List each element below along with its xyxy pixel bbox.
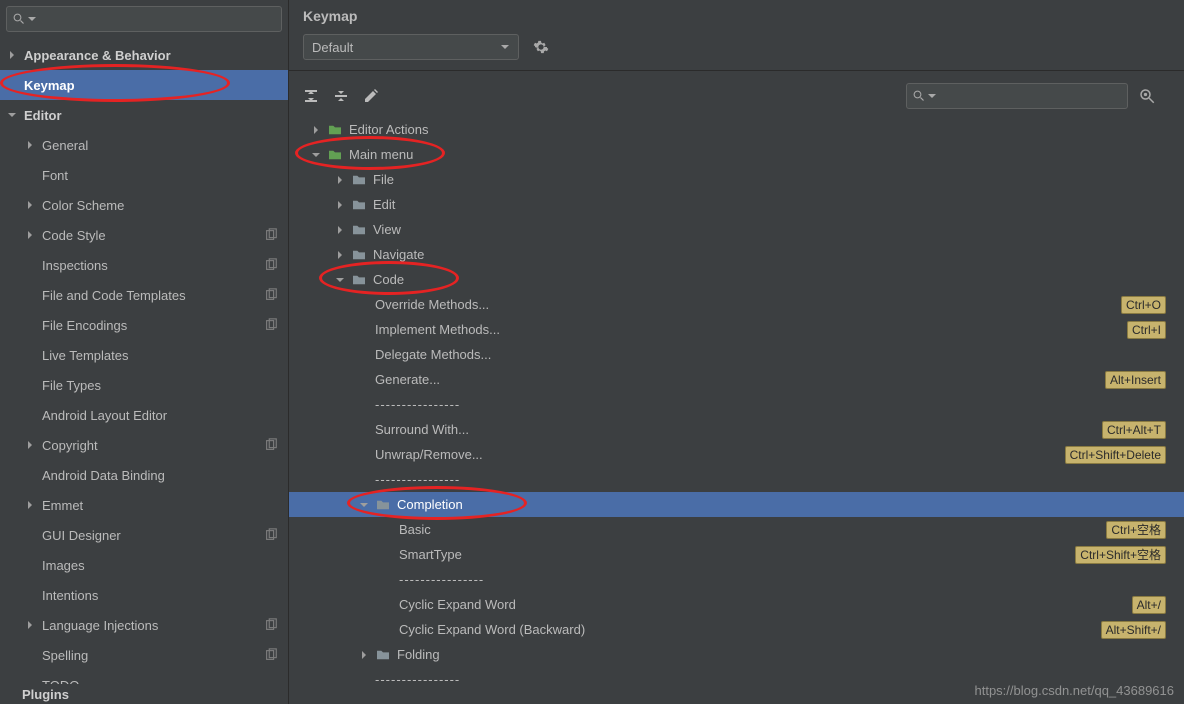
tree-item-completion[interactable]: Completion — [289, 492, 1184, 517]
tree-item-implement-methods[interactable]: Implement Methods...Ctrl+I — [289, 317, 1184, 342]
watermark: https://blog.csdn.net/qq_43689616 — [975, 683, 1175, 698]
tree-item-folding[interactable]: Folding — [289, 642, 1184, 667]
tree-item-edit[interactable]: Edit — [289, 192, 1184, 217]
copy-icon — [264, 228, 278, 242]
sidebar-item-plugins[interactable]: Plugins — [0, 684, 288, 704]
tree-item-[interactable]: ---------------- — [289, 392, 1184, 417]
search-icon — [913, 90, 925, 102]
tree-item-[interactable]: ---------------- — [289, 567, 1184, 592]
shortcut-badge: Alt+/ — [1132, 596, 1166, 614]
copy-icon — [264, 528, 278, 542]
copy-icon — [264, 648, 278, 662]
sidebar-item-language-injections[interactable]: Language Injections — [0, 610, 288, 640]
shortcut-badge: Alt+Shift+/ — [1101, 621, 1166, 639]
tree-item-unwrap-remove[interactable]: Unwrap/Remove...Ctrl+Shift+Delete — [289, 442, 1184, 467]
tree-item-editor-actions[interactable]: Editor Actions — [289, 117, 1184, 142]
shortcut-badge: Ctrl+Shift+Delete — [1065, 446, 1166, 464]
tree-item-[interactable]: ---------------- — [289, 467, 1184, 492]
sidebar-item-inspections[interactable]: Inspections — [0, 250, 288, 280]
sidebar-search[interactable] — [6, 6, 282, 32]
keymap-scheme-select[interactable]: Default — [303, 34, 519, 60]
sidebar-item-copyright[interactable]: Copyright — [0, 430, 288, 460]
sidebar-item-android-data-binding[interactable]: Android Data Binding — [0, 460, 288, 490]
sidebar-item-android-layout-editor[interactable]: Android Layout Editor — [0, 400, 288, 430]
sidebar-item-editor[interactable]: Editor — [0, 100, 288, 130]
sidebar-item-spelling[interactable]: Spelling — [0, 640, 288, 670]
copy-icon — [264, 258, 278, 272]
copy-icon — [264, 288, 278, 302]
sidebar-item-file-and-code-templates[interactable]: File and Code Templates — [0, 280, 288, 310]
sidebar-item-images[interactable]: Images — [0, 550, 288, 580]
sidebar-item-live-templates[interactable]: Live Templates — [0, 340, 288, 370]
tree-item-main-menu[interactable]: Main menu — [289, 142, 1184, 167]
sidebar-item-appearance-behavior[interactable]: Appearance & Behavior — [0, 40, 288, 70]
copy-icon — [264, 318, 278, 332]
tree-item-override-methods[interactable]: Override Methods...Ctrl+O — [289, 292, 1184, 317]
chevron-down-icon — [27, 14, 37, 24]
chevron-down-icon — [927, 91, 937, 101]
edit-icon[interactable] — [363, 88, 379, 104]
tree-item-file[interactable]: File — [289, 167, 1184, 192]
collapse-all-icon[interactable] — [333, 88, 349, 104]
tree-item-generate[interactable]: Generate...Alt+Insert — [289, 367, 1184, 392]
keymap-search-input[interactable] — [937, 89, 1121, 104]
keymap-panel: Keymap Default Editor A — [289, 0, 1184, 704]
tree-item-surround-with[interactable]: Surround With...Ctrl+Alt+T — [289, 417, 1184, 442]
sidebar-item-gui-designer[interactable]: GUI Designer — [0, 520, 288, 550]
sidebar-item-emmet[interactable]: Emmet — [0, 490, 288, 520]
shortcut-badge: Ctrl+O — [1121, 296, 1166, 314]
keymap-search[interactable] — [906, 83, 1128, 109]
gear-icon[interactable] — [533, 39, 549, 55]
sidebar-search-input[interactable] — [37, 12, 275, 27]
sidebar-item-color-scheme[interactable]: Color Scheme — [0, 190, 288, 220]
tree-item-delegate-methods[interactable]: Delegate Methods... — [289, 342, 1184, 367]
copy-icon — [264, 618, 278, 632]
tree-item-code[interactable]: Code — [289, 267, 1184, 292]
shortcut-badge: Alt+Insert — [1105, 371, 1166, 389]
shortcut-badge: Ctrl+空格 — [1106, 521, 1166, 539]
page-title: Keymap — [289, 0, 1184, 30]
tree-item-view[interactable]: View — [289, 217, 1184, 242]
tree-item-basic[interactable]: BasicCtrl+空格 — [289, 517, 1184, 542]
chevron-down-icon — [500, 42, 510, 52]
tree-item-smarttype[interactable]: SmartTypeCtrl+Shift+空格 — [289, 542, 1184, 567]
tree-item-cyclic-expand-word[interactable]: Cyclic Expand WordAlt+/ — [289, 592, 1184, 617]
tree-item-navigate[interactable]: Navigate — [289, 242, 1184, 267]
sidebar-item-file-encodings[interactable]: File Encodings — [0, 310, 288, 340]
sidebar-item-general[interactable]: General — [0, 130, 288, 160]
scheme-value: Default — [312, 40, 353, 55]
sidebar-item-keymap[interactable]: Keymap — [0, 70, 288, 100]
sidebar-item-code-style[interactable]: Code Style — [0, 220, 288, 250]
sidebar-item-file-types[interactable]: File Types — [0, 370, 288, 400]
sidebar-item-font[interactable]: Font — [0, 160, 288, 190]
sidebar-item-todo[interactable]: TODO — [0, 670, 288, 684]
search-icon — [13, 13, 25, 25]
copy-icon — [264, 438, 278, 452]
shortcut-badge: Ctrl+Shift+空格 — [1075, 546, 1166, 564]
shortcut-badge: Ctrl+Alt+T — [1102, 421, 1166, 439]
sidebar-item-intentions[interactable]: Intentions — [0, 580, 288, 610]
find-by-shortcut-icon[interactable] — [1138, 87, 1156, 105]
settings-sidebar: Appearance & BehaviorKeymapEditorGeneral… — [0, 0, 289, 704]
expand-all-icon[interactable] — [303, 88, 319, 104]
shortcut-badge: Ctrl+I — [1127, 321, 1166, 339]
tree-item-cyclic-expand-word-backward[interactable]: Cyclic Expand Word (Backward)Alt+Shift+/ — [289, 617, 1184, 642]
